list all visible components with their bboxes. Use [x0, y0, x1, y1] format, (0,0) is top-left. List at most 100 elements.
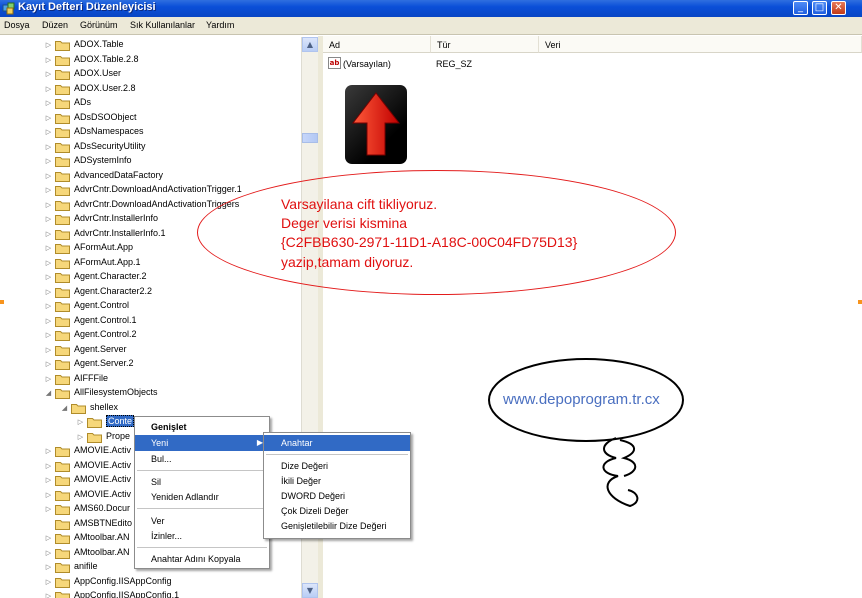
- tree-item[interactable]: ▷ ADOX.Table: [0, 38, 300, 52]
- expand-icon[interactable]: ▷: [44, 157, 53, 166]
- tree-item[interactable]: ▷ Agent.Control: [0, 299, 300, 313]
- tree-item[interactable]: ◢ shellex: [0, 401, 300, 415]
- expand-icon[interactable]: [44, 520, 53, 529]
- expand-icon[interactable]: ▷: [44, 143, 53, 152]
- expand-icon[interactable]: ▷: [76, 433, 85, 442]
- tree-item-label: AdvrCntr.InstallerInfo.1: [74, 227, 166, 238]
- maximize-button[interactable]: □: [812, 1, 827, 15]
- tree-item[interactable]: ▷ AIFFFile: [0, 372, 300, 386]
- expand-icon[interactable]: ▷: [44, 317, 53, 326]
- menu-view[interactable]: Görünüm: [80, 20, 118, 30]
- collapse-icon[interactable]: ◢: [44, 389, 53, 398]
- expand-icon[interactable]: ▷: [44, 172, 53, 181]
- new-binary-value[interactable]: İkili Değer: [264, 473, 410, 489]
- tree-item-label: AMSBTNEdito: [74, 517, 133, 528]
- red-up-arrow-icon: [345, 85, 407, 164]
- expand-icon[interactable]: ▷: [44, 462, 53, 471]
- menu-help[interactable]: Yardım: [206, 20, 234, 30]
- context-rename[interactable]: Yeniden Adlandır: [135, 489, 269, 505]
- tree-item[interactable]: ▷ AppConfig.IISAppConfig: [0, 575, 300, 589]
- tree-item[interactable]: ▷ AppConfig.IISAppConfig.1: [0, 589, 300, 598]
- expand-icon[interactable]: ▷: [44, 549, 53, 558]
- tree-item[interactable]: ▷ AdvancedDataFactory: [0, 169, 300, 183]
- context-find[interactable]: Bul...: [135, 451, 269, 467]
- tree-item[interactable]: ▷ Agent.Control.2: [0, 328, 300, 342]
- expand-icon[interactable]: ▷: [44, 230, 53, 239]
- expand-icon[interactable]: ▷: [44, 592, 53, 598]
- scroll-thumb[interactable]: [302, 133, 318, 143]
- expand-icon[interactable]: ▷: [44, 505, 53, 514]
- menu-edit[interactable]: Düzen: [42, 20, 68, 30]
- tree-item[interactable]: ▷ ADsSecurityUtility: [0, 140, 300, 154]
- expand-icon[interactable]: ▷: [76, 418, 85, 427]
- new-multi-string-value[interactable]: Çok Dizeli Değer: [264, 503, 410, 519]
- context-delete[interactable]: Sil: [135, 474, 269, 490]
- menu-file[interactable]: Dosya: [4, 20, 30, 30]
- expand-icon[interactable]: ▷: [44, 375, 53, 384]
- new-key[interactable]: Anahtar: [264, 435, 410, 451]
- close-button[interactable]: ✕: [831, 1, 846, 15]
- tree-item[interactable]: ▷ ADSystemInfo: [0, 154, 300, 168]
- expand-icon[interactable]: ▷: [44, 70, 53, 79]
- expand-icon[interactable]: ▷: [44, 360, 53, 369]
- tree-item[interactable]: ▷ ADOX.User.2.8: [0, 82, 300, 96]
- expand-icon[interactable]: ▷: [44, 476, 53, 485]
- tree-item[interactable]: ▷ ADsNamespaces: [0, 125, 300, 139]
- expand-icon[interactable]: ▷: [44, 215, 53, 224]
- expand-icon[interactable]: ▷: [44, 99, 53, 108]
- expand-icon[interactable]: ▷: [44, 114, 53, 123]
- expand-icon[interactable]: ▷: [44, 346, 53, 355]
- expand-icon[interactable]: ▷: [44, 56, 53, 65]
- column-header-name[interactable]: Ad: [323, 36, 431, 53]
- expand-icon[interactable]: ▷: [44, 186, 53, 195]
- new-submenu: Anahtar Dize Değeri İkili Değer DWORD De…: [263, 432, 411, 539]
- expand-icon[interactable]: ▷: [44, 288, 53, 297]
- expand-icon[interactable]: ▷: [44, 447, 53, 456]
- tree-item[interactable]: ▷ ADOX.Table.2.8: [0, 53, 300, 67]
- expand-icon[interactable]: ▷: [44, 85, 53, 94]
- folder-icon: [55, 273, 70, 283]
- context-copy-key-name[interactable]: Anahtar Adını Kopyala: [135, 551, 269, 567]
- collapse-icon[interactable]: ◢: [60, 404, 69, 413]
- context-export[interactable]: Ver: [135, 513, 269, 529]
- tree-item[interactable]: ▷ Agent.Server: [0, 343, 300, 357]
- column-header-type[interactable]: Tür: [431, 36, 539, 53]
- expand-icon[interactable]: ▷: [44, 331, 53, 340]
- resize-handle-left[interactable]: [0, 300, 4, 304]
- minimize-button[interactable]: _: [793, 1, 808, 15]
- tree-item[interactable]: ▷ ADsDSOObject: [0, 111, 300, 125]
- folder-icon: [55, 534, 70, 544]
- expand-icon[interactable]: ▷: [44, 578, 53, 587]
- expand-icon[interactable]: ▷: [44, 201, 53, 210]
- tree-item[interactable]: ▷ Agent.Control.1: [0, 314, 300, 328]
- scroll-down-button[interactable]: ▼: [302, 583, 318, 598]
- expand-icon[interactable]: ▷: [44, 491, 53, 500]
- expand-icon[interactable]: ▷: [44, 128, 53, 137]
- new-dword-value[interactable]: DWORD Değeri: [264, 488, 410, 504]
- tree-item-label: ADOX.User: [74, 68, 122, 78]
- expand-icon[interactable]: ▷: [44, 534, 53, 543]
- expand-icon[interactable]: ▷: [44, 302, 53, 311]
- resize-handle-right[interactable]: [858, 300, 862, 304]
- new-expandable-string-value[interactable]: Genişletilebilir Dize Değeri: [264, 518, 410, 534]
- tree-item[interactable]: ◢ AllFilesystemObjects: [0, 386, 300, 400]
- menu-favorites[interactable]: Sık Kullanılanlar: [130, 20, 195, 30]
- expand-icon[interactable]: ▷: [44, 244, 53, 253]
- scroll-up-button[interactable]: ▲: [302, 37, 318, 52]
- tree-item-label: Agent.Character2.2: [74, 285, 153, 296]
- expand-icon[interactable]: ▷: [44, 563, 53, 572]
- tree-item[interactable]: ▷ Agent.Character2.2: [0, 285, 300, 299]
- new-string-value[interactable]: Dize Değeri: [264, 458, 410, 474]
- column-header-data[interactable]: Veri: [539, 36, 862, 53]
- tree-item[interactable]: ▷ ADOX.User: [0, 67, 300, 81]
- value-name[interactable]: (Varsayılan): [343, 59, 391, 69]
- tree-item[interactable]: ▷ Agent.Server.2: [0, 357, 300, 371]
- context-new[interactable]: Yeni ▶: [135, 435, 269, 451]
- expand-icon[interactable]: ▷: [44, 41, 53, 50]
- tree-item[interactable]: ▷ ADs: [0, 96, 300, 110]
- tree-item-label: AdvrCntr.InstallerInfo: [74, 213, 159, 223]
- context-permissions[interactable]: İzinler...: [135, 528, 269, 544]
- expand-icon[interactable]: ▷: [44, 259, 53, 268]
- context-expand[interactable]: Genişlet: [135, 419, 269, 435]
- expand-icon[interactable]: ▷: [44, 273, 53, 282]
